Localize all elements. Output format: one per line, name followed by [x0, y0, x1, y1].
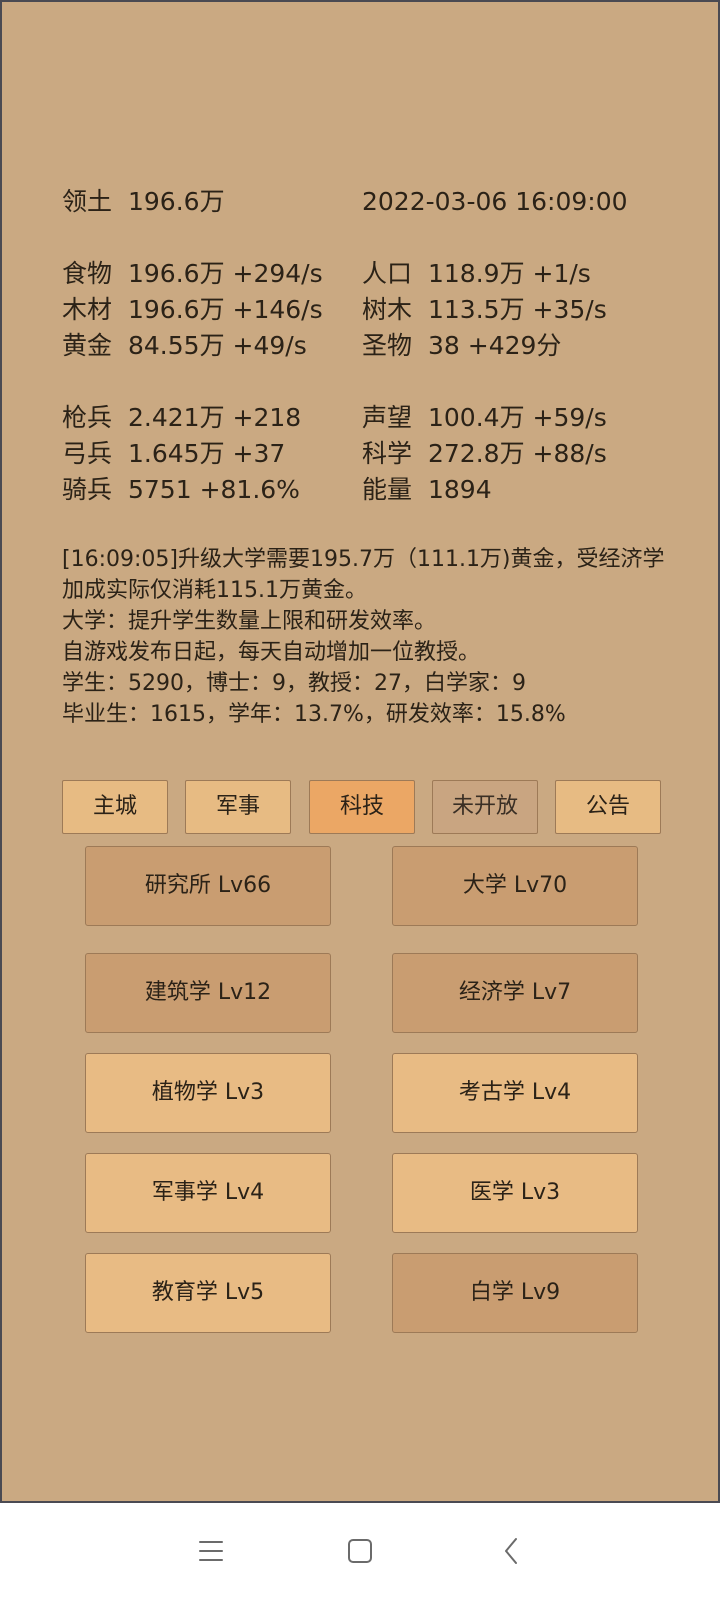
tech-botany-button[interactable]: 植物学 Lv3	[85, 1053, 331, 1133]
science-stat: 科学 272.8万 +88/s	[362, 436, 607, 472]
territory-value: 196.6万	[128, 187, 225, 216]
stat-label: 能量	[362, 475, 413, 504]
tab-main-city[interactable]: 主城	[62, 780, 168, 834]
tab-technology[interactable]: 科技	[309, 780, 415, 834]
stat-label: 树木	[362, 295, 413, 324]
spearmen-stat: 枪兵 2.421万 +218	[62, 400, 301, 436]
prestige-stat: 声望 100.4万 +59/s	[362, 400, 607, 436]
tab-military[interactable]: 军事	[185, 780, 291, 834]
stat-label: 圣物	[362, 331, 413, 360]
tech-institute-button[interactable]: 研究所 Lv66	[85, 846, 331, 926]
stat-value: 118.9万 +1/s	[428, 259, 591, 288]
territory-label: 领土	[62, 187, 113, 216]
stat-value: 196.6万 +294/s	[128, 259, 323, 288]
tech-medicine-button[interactable]: 医学 Lv3	[392, 1153, 638, 1233]
menu-icon[interactable]	[189, 1529, 233, 1573]
message-line: 毕业生：1615，学年：13.7%，研发效率：15.8%	[62, 702, 566, 727]
stat-label: 人口	[362, 259, 413, 288]
tech-economics-button[interactable]: 经济学 Lv7	[392, 953, 638, 1033]
tech-education-button[interactable]: 教育学 Lv5	[85, 1253, 331, 1333]
tech-architecture-button[interactable]: 建筑学 Lv12	[85, 953, 331, 1033]
stat-label: 黄金	[62, 331, 113, 360]
stat-label: 弓兵	[62, 439, 113, 468]
tech-archaeology-button[interactable]: 考古学 Lv4	[392, 1053, 638, 1133]
stat-value: 272.8万 +88/s	[428, 439, 607, 468]
tech-military-science-button[interactable]: 军事学 Lv4	[85, 1153, 331, 1233]
message-line: 自游戏发布日起，每天自动增加一位教授。	[62, 640, 481, 665]
stat-label: 声望	[362, 403, 413, 432]
tech-university-button[interactable]: 大学 Lv70	[392, 846, 638, 926]
stat-label: 食物	[62, 259, 113, 288]
gold-stat: 黄金 84.55万 +49/s	[62, 328, 307, 364]
system-nav-bar	[0, 1503, 720, 1600]
message-log: [16:09:05]升级大学需要195.7万（111.1万)黄金，受经济学 加成…	[62, 544, 682, 730]
message-line: [16:09:05]升级大学需要195.7万（111.1万)黄金，受经济学	[62, 547, 665, 572]
population-stat: 人口 118.9万 +1/s	[362, 256, 591, 292]
message-line: 大学：提升学生数量上限和研发效率。	[62, 609, 437, 634]
stat-value: 100.4万 +59/s	[428, 403, 607, 432]
stat-label: 木材	[62, 295, 113, 324]
wood-stat: 木材 196.6万 +146/s	[62, 292, 323, 328]
relics-stat: 圣物 38 +429分	[362, 328, 561, 364]
stat-value: 2.421万 +218	[128, 403, 302, 432]
tab-locked[interactable]: 未开放	[432, 780, 538, 834]
home-icon[interactable]	[338, 1529, 382, 1573]
stat-label: 科学	[362, 439, 413, 468]
stat-value: 5751 +81.6%	[128, 475, 300, 504]
stat-value: 196.6万 +146/s	[128, 295, 323, 324]
tech-baixue-button[interactable]: 白学 Lv9	[392, 1253, 638, 1333]
cavalry-stat: 骑兵 5751 +81.6%	[62, 472, 300, 508]
food-stat: 食物 196.6万 +294/s	[62, 256, 323, 292]
stat-value: 38 +429分	[428, 331, 562, 360]
stat-label: 骑兵	[62, 475, 113, 504]
game-panel: 领土 196.6万 2022-03-06 16:09:00 食物 196.6万 +2…	[0, 0, 720, 1503]
message-line: 学生：5290，博士：9，教授：27，白学家：9	[62, 671, 526, 696]
tab-announcements[interactable]: 公告	[555, 780, 661, 834]
stat-label: 枪兵	[62, 403, 113, 432]
energy-stat: 能量 1894	[362, 472, 492, 508]
stat-value: 84.55万 +49/s	[128, 331, 307, 360]
game-datetime: 2022-03-06 16:09:00	[362, 187, 628, 216]
archers-stat: 弓兵 1.645万 +37	[62, 436, 285, 472]
stat-value: 113.5万 +35/s	[428, 295, 607, 324]
stat-value: 1894	[428, 475, 492, 504]
message-line: 加成实际仅消耗115.1万黄金。	[62, 578, 367, 603]
trees-stat: 树木 113.5万 +35/s	[362, 292, 607, 328]
stat-value: 1.645万 +37	[128, 439, 286, 468]
back-icon[interactable]	[490, 1529, 534, 1573]
territory-stat: 领土 196.6万	[62, 184, 225, 220]
